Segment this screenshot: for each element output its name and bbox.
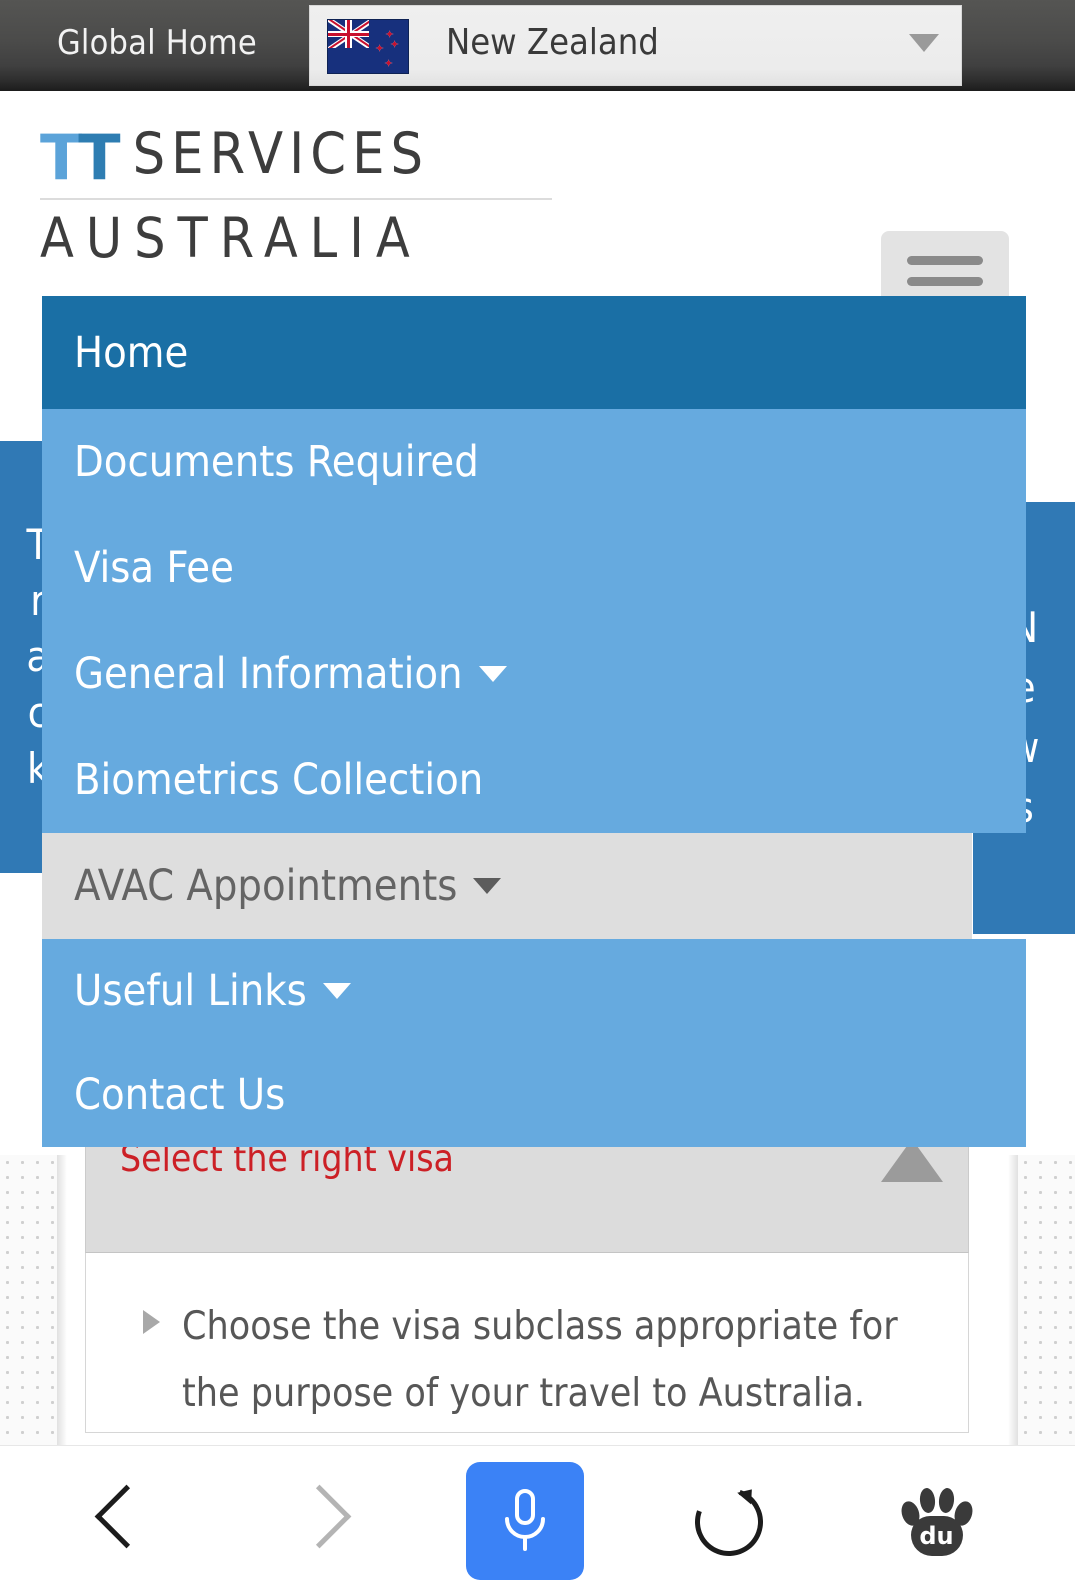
site-header: TT SERVICES AUSTRALIA — [0, 91, 1075, 331]
chevron-down-icon[interactable] — [909, 34, 939, 52]
hamburger-bar-1 — [907, 256, 983, 265]
baidu-logo-text: du — [919, 1522, 954, 1550]
forward-button[interactable] — [260, 1446, 385, 1595]
hamburger-bar-2 — [907, 277, 983, 286]
logo-services-text: SERVICES — [132, 121, 430, 187]
chevron-left-icon — [96, 1482, 140, 1560]
nav-item-useful-links[interactable]: Useful Links — [42, 939, 1026, 1043]
page-content: Select the right visa Choose the visa su… — [0, 1137, 1075, 1445]
microphone-icon[interactable] — [466, 1462, 584, 1580]
nav-item-label: Visa Fee — [74, 543, 234, 593]
voice-search-button[interactable] — [466, 1446, 584, 1595]
nav-item-contact-us[interactable]: Contact Us — [42, 1043, 1026, 1147]
global-top-bar: Global Home ✦ ✦ ✦ ✦ New Zealand — [0, 0, 1075, 91]
reload-button[interactable] — [665, 1446, 790, 1595]
nav-item-home[interactable]: Home — [42, 296, 1026, 409]
main-navigation-menu: Home Documents Required Visa Fee General… — [42, 296, 1026, 1147]
nav-item-visa-fee[interactable]: Visa Fee — [42, 515, 1026, 621]
chevron-down-icon[interactable] — [473, 878, 502, 894]
global-home-link[interactable]: Global Home — [57, 23, 257, 63]
logo-australia-text: AUSTRALIA — [40, 206, 422, 270]
nav-item-general-information[interactable]: General Information — [42, 621, 1026, 727]
reload-icon — [695, 1488, 761, 1554]
tt-services-australia-logo[interactable]: TT SERVICES AUSTRALIA — [40, 121, 560, 270]
nav-item-label: Contact Us — [74, 1070, 286, 1120]
nav-item-biometrics-collection[interactable]: Biometrics Collection — [42, 727, 1026, 833]
browser-page: Global Home ✦ ✦ ✦ ✦ New Zealand TT SERVI… — [0, 0, 1075, 1595]
page-right-shadow — [1008, 1155, 1018, 1445]
nav-item-label: AVAC Appointments — [74, 861, 458, 911]
nav-item-label: Documents Required — [74, 437, 479, 487]
baidu-paw-logo: du — [896, 1483, 975, 1559]
nav-item-label: Home — [74, 327, 189, 378]
nav-item-documents-required[interactable]: Documents Required — [42, 409, 1026, 515]
accordion-select-the-right-visa: Select the right visa Choose the visa su… — [85, 1137, 969, 1433]
nav-item-label: Biometrics Collection — [74, 755, 484, 805]
nav-item-label: Useful Links — [74, 966, 307, 1016]
new-zealand-flag-icon: ✦ ✦ ✦ ✦ — [327, 19, 409, 74]
accordion-body: Choose the visa subclass appropriate for… — [85, 1253, 969, 1433]
logo-t-first: T — [40, 121, 82, 194]
list-item: Choose the visa subclass appropriate for… — [86, 1293, 968, 1427]
back-button[interactable] — [55, 1446, 180, 1595]
nav-item-label: General Information — [74, 649, 463, 699]
chevron-right-icon — [301, 1482, 345, 1560]
page-left-shadow — [57, 1155, 67, 1445]
chevron-down-icon[interactable] — [478, 666, 507, 682]
selected-country-label: New Zealand — [446, 22, 659, 63]
logo-divider — [40, 198, 552, 200]
chevron-down-icon[interactable] — [322, 983, 351, 999]
list-item-text: Choose the visa subclass appropriate for… — [182, 1304, 898, 1416]
accordion-header[interactable]: Select the right visa — [85, 1137, 969, 1253]
nav-item-avac-appointments[interactable]: AVAC Appointments — [42, 833, 972, 939]
logo-t-second: T — [78, 121, 121, 194]
left-dot-pattern-edge — [0, 1155, 57, 1445]
baidu-home-button[interactable]: du — [872, 1446, 997, 1595]
browser-bottom-bar: du — [0, 1445, 1075, 1595]
country-selector[interactable]: ✦ ✦ ✦ ✦ New Zealand — [309, 5, 962, 86]
triangle-right-bullet-icon — [143, 1310, 160, 1334]
right-dot-pattern-edge — [1018, 1155, 1075, 1445]
